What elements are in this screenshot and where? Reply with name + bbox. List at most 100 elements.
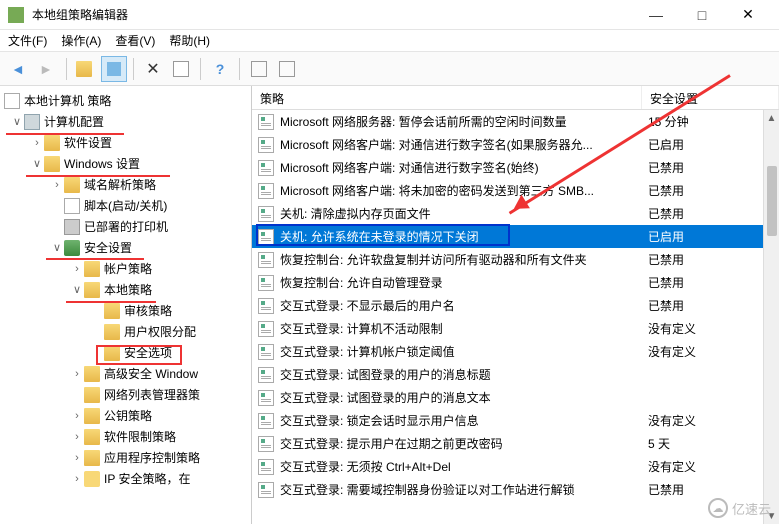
tree-name-resolution[interactable]: › 域名解析策略 bbox=[2, 174, 251, 195]
expand-icon[interactable]: › bbox=[70, 431, 84, 443]
menu-view[interactable]: 查看(V) bbox=[115, 32, 155, 49]
policy-name: 恢复控制台: 允许软盘复制并访问所有驱动器和所有文件夹 bbox=[280, 251, 587, 268]
collapse-icon[interactable]: ∨ bbox=[10, 115, 24, 128]
policy-row[interactable]: 交互式登录: 试图登录的用户的消息文本 bbox=[252, 386, 779, 409]
policy-item-icon bbox=[258, 206, 274, 222]
policy-name: 交互式登录: 无须按 Ctrl+Alt+Del bbox=[280, 458, 451, 475]
tree-label: 安全设置 bbox=[84, 239, 132, 256]
collapse-icon[interactable]: ∨ bbox=[50, 241, 64, 254]
forward-button[interactable]: ► bbox=[34, 56, 60, 82]
list-body[interactable]: Microsoft 网络服务器: 暂停会话前所需的空闲时间数量15 分钟Micr… bbox=[252, 110, 779, 524]
folder-icon bbox=[104, 324, 120, 340]
view-list-button[interactable] bbox=[246, 56, 272, 82]
folder-icon bbox=[84, 261, 100, 277]
tree-computer-config[interactable]: ∨ 计算机配置 bbox=[2, 111, 251, 132]
show-hide-tree-button[interactable] bbox=[101, 56, 127, 82]
tree-scripts[interactable]: 脚本(启动/关机) bbox=[2, 195, 251, 216]
properties-button[interactable] bbox=[168, 56, 194, 82]
back-icon: ◄ bbox=[11, 61, 27, 77]
tree-network-list[interactable]: 网络列表管理器策 bbox=[2, 384, 251, 405]
toolbar: ◄ ► ✕ ? bbox=[0, 52, 779, 86]
policy-row[interactable]: Microsoft 网络客户端: 对通信进行数字签名(始终)已禁用 bbox=[252, 156, 779, 179]
scroll-thumb[interactable] bbox=[767, 166, 777, 236]
policy-row[interactable]: 交互式登录: 计算机帐户锁定阈值没有定义 bbox=[252, 340, 779, 363]
folder-icon bbox=[44, 135, 60, 151]
collapse-icon[interactable]: ∨ bbox=[70, 283, 84, 296]
annotation-underline bbox=[6, 133, 124, 135]
policy-row[interactable]: 交互式登录: 无须按 Ctrl+Alt+Del没有定义 bbox=[252, 455, 779, 478]
policy-row[interactable]: 交互式登录: 试图登录的用户的消息标题 bbox=[252, 363, 779, 386]
tree-software-restrict[interactable]: › 软件限制策略 bbox=[2, 426, 251, 447]
tree-local-policies[interactable]: ∨ 本地策略 bbox=[2, 279, 251, 300]
tree-windows-settings[interactable]: ∨ Windows 设置 bbox=[2, 153, 251, 174]
policy-row[interactable]: 交互式登录: 锁定会话时显示用户信息没有定义 bbox=[252, 409, 779, 432]
help-button[interactable]: ? bbox=[207, 56, 233, 82]
policy-row[interactable]: 交互式登录: 计算机不活动限制没有定义 bbox=[252, 317, 779, 340]
tree-root[interactable]: 本地计算机 策略 bbox=[2, 90, 251, 111]
expand-icon[interactable]: › bbox=[70, 452, 84, 464]
policy-item-icon bbox=[258, 436, 274, 452]
tree-user-rights[interactable]: 用户权限分配 bbox=[2, 321, 251, 342]
policy-row[interactable]: 恢复控制台: 允许软盘复制并访问所有驱动器和所有文件夹已禁用 bbox=[252, 248, 779, 271]
tree-security-settings[interactable]: ∨ 安全设置 bbox=[2, 237, 251, 258]
menu-file[interactable]: 文件(F) bbox=[8, 32, 47, 49]
expand-icon[interactable]: › bbox=[70, 473, 84, 485]
help-icon: ? bbox=[216, 61, 225, 77]
policy-row[interactable]: 恢复控制台: 允许自动管理登录已禁用 bbox=[252, 271, 779, 294]
tree-deployed-printers[interactable]: 已部署的打印机 bbox=[2, 216, 251, 237]
expand-icon[interactable]: › bbox=[70, 410, 84, 422]
expand-icon[interactable]: › bbox=[30, 137, 44, 149]
policy-item-icon bbox=[258, 137, 274, 153]
minimize-button[interactable]: — bbox=[633, 0, 679, 30]
scroll-up-icon[interactable]: ▲ bbox=[764, 110, 779, 126]
folder-icon bbox=[64, 177, 80, 193]
tree-app-control[interactable]: › 应用程序控制策略 bbox=[2, 447, 251, 468]
policy-item-icon bbox=[258, 413, 274, 429]
tree-label: 高级安全 Window bbox=[104, 365, 198, 382]
column-policy[interactable]: 策略 bbox=[252, 86, 642, 109]
tree-label: Windows 设置 bbox=[64, 155, 140, 172]
policy-setting: 没有定义 bbox=[642, 412, 779, 429]
tree-public-key[interactable]: › 公钥策略 bbox=[2, 405, 251, 426]
collapse-icon[interactable]: ∨ bbox=[30, 157, 44, 170]
tree-adv-security[interactable]: › 高级安全 Window bbox=[2, 363, 251, 384]
tree-label: 应用程序控制策略 bbox=[104, 449, 200, 466]
cloud-icon: ☁ bbox=[708, 498, 728, 518]
view-details-button[interactable] bbox=[274, 56, 300, 82]
folder-icon bbox=[84, 366, 100, 382]
watermark-text: 亿速云 bbox=[732, 499, 771, 518]
tree-account-policies[interactable]: › 帐户策略 bbox=[2, 258, 251, 279]
expand-icon[interactable]: › bbox=[50, 179, 64, 191]
policy-setting: 已禁用 bbox=[642, 297, 779, 314]
policy-row[interactable]: 交互式登录: 需要域控制器身份验证以对工作站进行解锁已禁用 bbox=[252, 478, 779, 501]
folder-up-icon bbox=[76, 61, 92, 77]
menu-help[interactable]: 帮助(H) bbox=[169, 32, 210, 49]
policy-setting: 没有定义 bbox=[642, 343, 779, 360]
tree-audit-policy[interactable]: 审核策略 bbox=[2, 300, 251, 321]
vertical-scrollbar[interactable]: ▲ ▼ bbox=[763, 110, 779, 524]
tree-software-settings[interactable]: › 软件设置 bbox=[2, 132, 251, 153]
policy-setting: 已启用 bbox=[642, 228, 779, 245]
expand-icon[interactable]: › bbox=[70, 368, 84, 380]
policy-name: 关机: 清除虚拟内存页面文件 bbox=[280, 205, 431, 222]
policy-setting: 已禁用 bbox=[642, 205, 779, 222]
tree-label: 网络列表管理器策 bbox=[104, 386, 200, 403]
delete-button[interactable]: ✕ bbox=[140, 56, 166, 82]
policy-row[interactable]: 交互式登录: 提示用户在过期之前更改密码5 天 bbox=[252, 432, 779, 455]
policy-row[interactable]: Microsoft 网络客户端: 对通信进行数字签名(如果服务器允...已启用 bbox=[252, 133, 779, 156]
expand-icon[interactable]: › bbox=[70, 263, 84, 275]
tree-ip-security[interactable]: › IP 安全策略，在 bbox=[2, 468, 251, 489]
policy-name: 交互式登录: 需要域控制器身份验证以对工作站进行解锁 bbox=[280, 481, 575, 498]
annotation-underline bbox=[66, 301, 156, 303]
policy-row[interactable]: Microsoft 网络服务器: 暂停会话前所需的空闲时间数量15 分钟 bbox=[252, 110, 779, 133]
policy-row[interactable]: 交互式登录: 不显示最后的用户名已禁用 bbox=[252, 294, 779, 317]
tree-label: 域名解析策略 bbox=[84, 176, 156, 193]
tree-pane[interactable]: 本地计算机 策略 ∨ 计算机配置 › 软件设置 ∨ Windows 设置 › 域… bbox=[0, 86, 252, 524]
tree-label: 帐户策略 bbox=[104, 260, 152, 277]
policy-setting: 5 天 bbox=[642, 435, 779, 452]
up-button[interactable] bbox=[73, 56, 99, 82]
menu-action[interactable]: 操作(A) bbox=[61, 32, 101, 49]
back-button[interactable]: ◄ bbox=[6, 56, 32, 82]
close-button[interactable]: ✕ bbox=[725, 0, 771, 30]
maximize-button[interactable]: □ bbox=[679, 0, 725, 30]
